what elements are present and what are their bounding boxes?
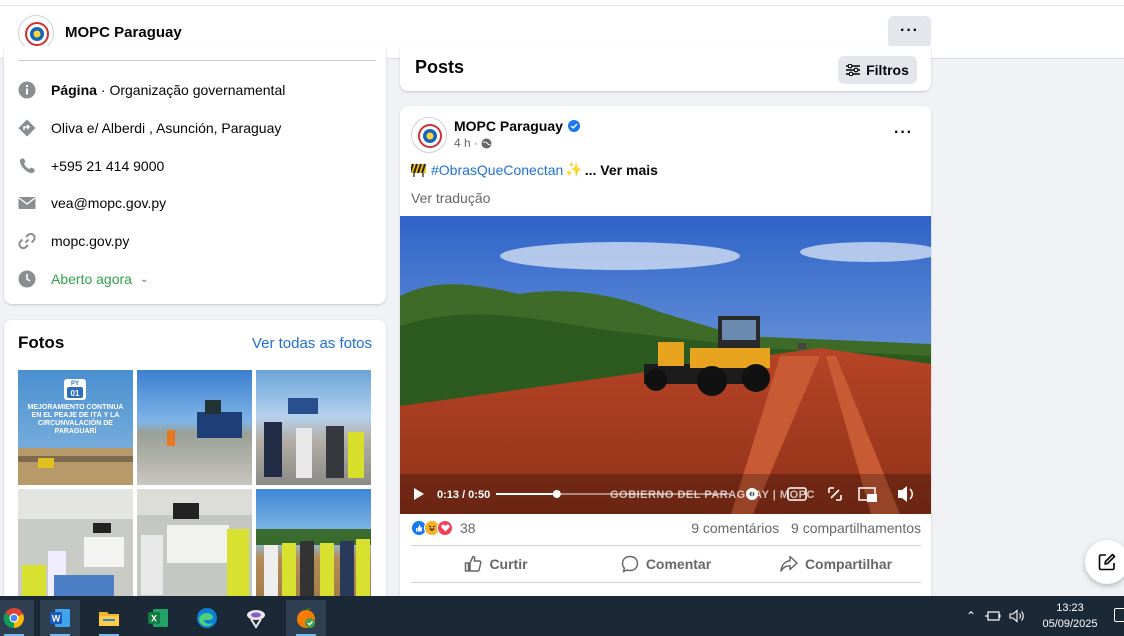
intro-hours-text: Aberto agora [51,271,132,287]
video-frame [400,216,931,514]
photo-thumbnail[interactable] [18,489,133,604]
post-actions: Curtir Comentar Compartilhar [411,545,921,583]
more-options-button[interactable]: ··· [888,16,931,48]
filters-icon [846,64,861,76]
post-caption: #ObrasQueConectan ✨ ... Ver mais [411,161,658,178]
comment-button[interactable]: Comentar [581,546,751,582]
notifications-icon[interactable] [1114,608,1124,622]
chevron-down-icon: ⌄ [139,273,149,285]
post-stats: 38 9 comentários 9 compartilhamentos [411,520,921,540]
love-reaction-icon [437,520,453,536]
reactions[interactable]: 38 [411,520,476,536]
see-all-photos-link[interactable]: Ver todas as fotos [252,335,372,352]
svg-text:X: X [151,614,157,624]
verified-badge-icon [567,120,580,132]
clock-time: 13:23 [1056,602,1084,614]
post-time-text: 4 h [454,136,471,150]
intro-address: Oliva e/ Alberdi , Asunción, Paraguay [18,117,281,139]
link-icon [18,232,36,250]
system-clock[interactable]: 13:23 05/09/2025 [1032,600,1108,632]
photos-title: Fotos [18,333,65,352]
photo-caption: MEJORAMIENTO CONTINUA EN EL PEAJE DE ITÁ… [27,404,124,435]
road-badge-top: PY [71,381,79,387]
like-button[interactable]: Curtir [411,546,581,582]
fruit-app-icon[interactable] [286,600,326,636]
system-tray: ⌃ [966,596,1025,636]
photo-thumbnail[interactable] [256,489,371,604]
intro-address-text: Oliva e/ Alberdi , Asunción, Paraguay [51,120,282,136]
show-hidden-icons-chevron-icon[interactable]: ⌃ [966,609,976,623]
intro-email-text[interactable]: vea@mopc.gov.py [51,195,166,211]
video-watermark: GOBIERNO DEL PARAGUAY | MOPC [610,489,815,501]
share-label: Compartilhar [804,556,893,572]
intro-phone-text: +595 21 414 9000 [51,158,165,174]
post-video[interactable]: 0:13 / 0:50 GOBIERNO DEL PARAGUAY | MOPC [400,216,931,514]
windows-taskbar: W X ⌃ 13:23 05/09/2025 [0,596,1124,636]
svg-text:W: W [52,614,61,624]
comment-bubble-icon [621,555,639,573]
post-card: MOPC Paraguay 4 h · ··· #ObrasQueConecta… [400,106,931,606]
snipping-tool-icon[interactable] [236,600,276,636]
road-badge: 01 [71,389,80,398]
clock-date: 05/09/2025 [1042,618,1098,630]
edge-icon[interactable] [187,600,227,636]
thumbs-up-icon [465,555,482,572]
intro-category: Página · Organização governamental [18,79,285,101]
chrome-icon[interactable] [0,600,34,636]
phone-icon [18,157,36,175]
photo-thumbnail[interactable] [256,370,371,485]
photos-card: Fotos Ver todas as fotos PY 01 MEJORAMIE… [4,320,386,610]
comments-count[interactable]: 9 comentários [691,520,779,536]
intro-card: Página · Organização governamental Oliva… [4,46,386,304]
post-author[interactable]: MOPC Paraguay [454,118,580,134]
intro-website: mopc.gov.py [18,230,129,252]
post-more-button[interactable]: ··· [894,124,913,142]
intro-email: vea@mopc.gov.py [18,192,166,214]
time-separator: · [473,136,478,150]
construction-emoji-icon [411,163,426,177]
post-avatar[interactable] [411,117,447,153]
intro-category-text: · Organização governamental [100,82,286,98]
comment-label: Comentar [645,556,712,572]
intro-website-text[interactable]: mopc.gov.py [51,233,129,249]
posts-header: Posts Filtros [400,46,931,91]
share-button[interactable]: Compartilhar [751,546,921,582]
intro-hours[interactable]: Aberto agora ⌄ [18,268,148,290]
post-timestamp[interactable]: 4 h · [454,136,492,150]
info-icon [18,81,36,99]
compose-icon [1098,553,1116,571]
directions-icon [18,119,36,137]
divider [18,60,376,61]
file-explorer-icon[interactable] [89,600,129,636]
stats-right: 9 comentários 9 compartilhamentos [691,520,921,536]
share-arrow-icon [780,555,798,572]
photo-thumbnail[interactable] [137,370,252,485]
photo-thumbnail[interactable] [137,489,252,604]
excel-icon[interactable]: X [138,600,178,636]
photo-thumbnail[interactable]: PY 01 MEJORAMIENTO CONTINUA EN EL PEAJE … [18,370,133,485]
globe-icon [481,138,492,148]
battery-plugged-icon[interactable] [985,610,1001,622]
page-title[interactable]: MOPC Paraguay [65,24,182,41]
reaction-count: 38 [460,520,476,536]
mail-icon [18,194,36,212]
intro-category-bold: Página [51,82,97,98]
sparkles-icon: ✨ [565,161,583,177]
new-message-button[interactable] [1085,540,1124,584]
intro-phone: +595 21 414 9000 [18,155,164,177]
shares-count[interactable]: 9 compartilhamentos [791,520,921,536]
clock-icon [18,270,36,288]
video-time: 0:13 / 0:50 [437,489,491,501]
post-author-name: MOPC Paraguay [454,118,563,134]
see-more-link[interactable]: ... Ver mais [585,162,658,178]
filters-label: Filtros [866,62,909,78]
hashtag-link[interactable]: #ObrasQueConectan [431,162,563,178]
like-label: Curtir [489,556,528,572]
word-icon[interactable]: W [40,600,80,636]
filters-button[interactable]: Filtros [838,56,917,84]
speaker-icon[interactable] [1009,609,1025,623]
posts-title: Posts [415,57,465,77]
see-translation-link[interactable]: Ver tradução [411,190,490,206]
